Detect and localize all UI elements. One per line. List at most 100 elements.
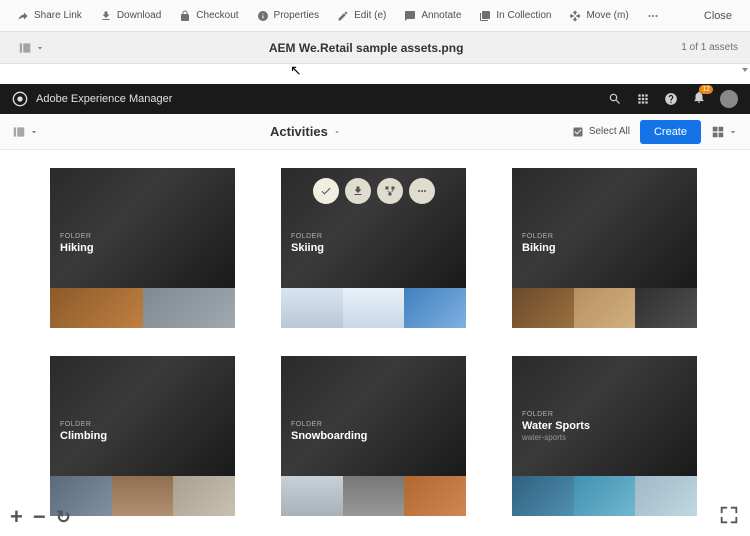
panel-icon	[18, 41, 32, 55]
folder-thumbnails	[512, 288, 697, 328]
folder-card[interactable]: FOLDER Hiking	[50, 168, 235, 328]
folder-name: Skiing	[291, 242, 324, 254]
folder-thumbnails	[50, 476, 235, 516]
move-button[interactable]: Move (m)	[562, 6, 635, 26]
edit-button[interactable]: Edit (e)	[330, 6, 393, 26]
check-icon	[320, 185, 332, 197]
rail-toggle-inner[interactable]	[12, 125, 39, 139]
section-bar: Activities Select All Create	[0, 114, 750, 150]
thumbnail	[404, 476, 466, 516]
download-icon	[100, 10, 112, 22]
download-action[interactable]	[345, 178, 371, 204]
checkbox-icon	[572, 126, 584, 138]
workflow-icon	[384, 185, 396, 197]
notifications-button[interactable]: 12	[692, 90, 706, 109]
folder-type-label: FOLDER	[60, 233, 94, 240]
zoom-reset-button[interactable]: ↻	[56, 507, 71, 528]
chevron-down-icon	[35, 43, 45, 53]
thumbnail	[343, 288, 405, 328]
folder-card[interactable]: FOLDER Climbing	[50, 356, 235, 516]
download-button[interactable]: Download	[93, 6, 168, 26]
thumbnail	[635, 476, 697, 516]
select-all-button[interactable]: Select All	[572, 126, 630, 138]
thumbnail	[574, 288, 636, 328]
folder-card[interactable]: FOLDERSkiing	[281, 168, 466, 328]
thumbnail	[635, 288, 697, 328]
aem-header: Adobe Experience Manager 12	[0, 84, 750, 114]
rail-toggle-button[interactable]	[12, 38, 51, 58]
folder-type-label: FOLDER	[60, 421, 107, 428]
user-avatar[interactable]	[720, 90, 738, 108]
more-button[interactable]	[640, 6, 666, 26]
checkout-button[interactable]: Checkout	[172, 6, 245, 26]
grid-view-icon	[711, 125, 725, 139]
folder-subtitle: water-sports	[522, 433, 590, 442]
thumbnail	[343, 476, 405, 516]
zoom-out-button[interactable]: −	[33, 504, 46, 530]
scroll-indicator	[742, 68, 748, 74]
asset-filename: AEM We.Retail sample assets.png	[51, 41, 681, 55]
properties-button[interactable]: Properties	[250, 6, 327, 26]
folder-thumbnails	[281, 288, 466, 328]
panel-icon	[12, 125, 26, 139]
notif-count-badge: 12	[699, 85, 713, 94]
zoom-controls: + − ↻	[10, 504, 71, 530]
fullscreen-button[interactable]	[718, 504, 740, 526]
move-icon	[569, 10, 581, 22]
thumbnail	[512, 476, 574, 516]
lock-icon	[179, 10, 191, 22]
share-icon	[17, 10, 29, 22]
thumbnail	[281, 288, 343, 328]
folder-card[interactable]: FOLDERBiking	[512, 168, 697, 328]
chevron-down-icon	[333, 128, 341, 136]
folder-name: Snowboarding	[291, 430, 367, 442]
pencil-icon	[337, 10, 349, 22]
annotate-icon	[404, 10, 416, 22]
thumbnail	[574, 476, 636, 516]
check-action[interactable]	[313, 178, 339, 204]
close-button[interactable]: Close	[696, 6, 740, 26]
in-collection-button[interactable]: In Collection	[472, 6, 558, 26]
cursor-indicator: ↖	[290, 62, 302, 79]
folder-thumbnails	[512, 476, 697, 516]
thumbnail	[112, 476, 174, 516]
view-switcher[interactable]	[711, 125, 738, 139]
collection-icon	[479, 10, 491, 22]
thumbnail	[281, 476, 343, 516]
folder-type-label: FOLDER	[291, 421, 367, 428]
search-icon[interactable]	[608, 92, 622, 106]
folder-thumbnails	[50, 288, 235, 328]
breadcrumb-title[interactable]: Activities	[39, 124, 572, 139]
asset-toolbar: Share Link Download Checkout Properties …	[0, 0, 750, 32]
thumbnail	[50, 288, 143, 328]
folder-name: Climbing	[60, 430, 107, 442]
content-gap: ↖	[0, 64, 750, 84]
folder-card[interactable]: FOLDER Snowboarding	[281, 356, 466, 516]
thumbnail	[404, 288, 466, 328]
asset-grid-wrapper: FOLDERHikingFOLDERSkiingFOLDERBikingFOLD…	[0, 150, 750, 536]
folder-thumbnails	[281, 476, 466, 516]
title-bar: AEM We.Retail sample assets.png 1 of 1 a…	[0, 32, 750, 64]
properties-icon	[257, 10, 269, 22]
folder-name: Hiking	[60, 242, 94, 254]
chevron-down-icon	[728, 127, 738, 137]
thumbnail	[173, 476, 235, 516]
folder-type-label: FOLDER	[522, 411, 590, 418]
create-button[interactable]: Create	[640, 120, 701, 144]
aem-logo-icon	[12, 91, 28, 107]
annotate-button[interactable]: Annotate	[397, 6, 468, 26]
expand-icon	[718, 504, 740, 526]
brand-title: Adobe Experience Manager	[36, 93, 608, 105]
zoom-in-button[interactable]: +	[10, 504, 23, 530]
more-action[interactable]	[409, 178, 435, 204]
share-link-button[interactable]: Share Link	[10, 6, 89, 26]
workflow-action[interactable]	[377, 178, 403, 204]
card-quick-actions	[281, 178, 466, 204]
download-icon	[352, 185, 364, 197]
thumbnail	[143, 288, 236, 328]
more-icon	[647, 10, 659, 22]
help-icon[interactable]	[664, 92, 678, 106]
folder-card[interactable]: FOLDERWater Sportswater-sports	[512, 356, 697, 516]
apps-icon[interactable]	[636, 92, 650, 106]
asset-grid: FOLDERHikingFOLDERSkiingFOLDERBikingFOLD…	[0, 150, 750, 534]
